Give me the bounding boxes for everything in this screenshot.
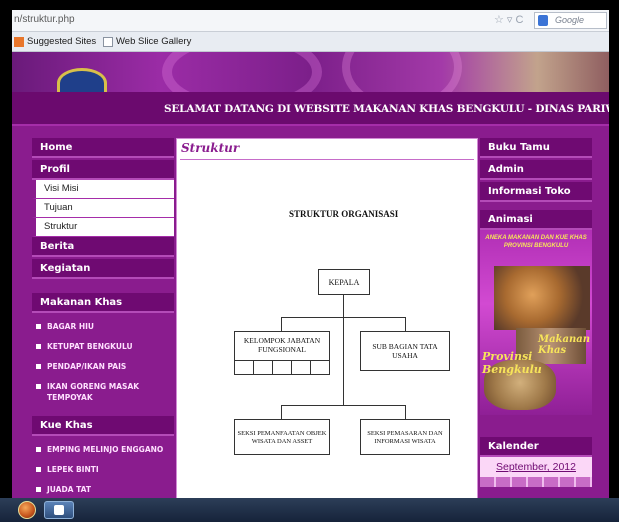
menu-profil[interactable]: Profil <box>32 160 174 180</box>
favorite-label: Web Slice Gallery <box>116 36 192 47</box>
makanan-khas-list: BAGAR HIU KETUPAT BENGKULU PENDAP/IKAN P… <box>32 313 174 416</box>
animasi-overlay-text: Provinsi Bengkulu <box>482 350 542 376</box>
submenu-tujuan[interactable]: Tujuan <box>32 199 174 218</box>
bookmark-refresh-icons[interactable]: ☆ ▿ C <box>494 13 523 26</box>
main-content: Struktur STRUKTUR ORGANISASI KEPALA KELO… <box>176 138 478 512</box>
search-input[interactable]: Google <box>534 12 607 29</box>
web-slice-icon <box>103 36 113 47</box>
org-box-kelompok-jabatan: KELOMPOK JABATAN FUNGSIONAL <box>234 331 330 375</box>
section-animasi: Animasi <box>480 210 592 230</box>
site-banner <box>12 52 609 92</box>
link-ketupat-bengkulu[interactable]: KETUPAT BENGKULU <box>32 341 174 352</box>
taskbar-app-button[interactable] <box>44 501 74 519</box>
animasi-banner: ANEKA MAKANAN DAN KUE KHAS PROVINSI BENG… <box>480 230 592 415</box>
bullet-icon <box>36 344 41 349</box>
org-box-sub-bagian: SUB BAGIAN TATA USAHA <box>360 331 450 371</box>
title-divider <box>180 159 474 160</box>
favorite-suggested-sites[interactable]: Suggested Sites <box>14 36 96 47</box>
calendar-month-link[interactable]: September, 2012 <box>480 457 592 477</box>
bullet-icon <box>36 447 41 452</box>
welcome-bar: SELAMAT DATANG DI WEBSITE MAKANAN KHAS B… <box>12 92 609 126</box>
menu-kegiatan[interactable]: Kegiatan <box>32 259 174 279</box>
taskbar <box>0 498 619 522</box>
favorites-bar: Suggested Sites Web Slice Gallery <box>12 32 609 52</box>
bullet-icon <box>36 487 41 492</box>
favorite-web-slice-gallery[interactable]: Web Slice Gallery <box>103 36 191 47</box>
welcome-text: SELAMAT DATANG DI WEBSITE MAKANAN KHAS B… <box>164 103 609 115</box>
org-connector <box>281 405 405 406</box>
menu-home[interactable]: Home <box>32 138 174 158</box>
link-bagar-hiu[interactable]: BAGAR HIU <box>32 321 174 332</box>
banner-ornament <box>162 52 322 92</box>
menu-informasi-toko[interactable]: Informasi Toko <box>480 182 592 202</box>
url-text[interactable]: n/struktur.php <box>14 14 75 25</box>
link-lepek-binti[interactable]: LEPEK BINTI <box>32 464 174 475</box>
start-button-icon[interactable] <box>18 501 36 519</box>
link-ikan-goreng[interactable]: IKAN GORENG MASAK TEMPOYAK <box>32 381 174 403</box>
org-connector <box>405 405 406 419</box>
browser-window: n/struktur.php ☆ ▿ C Google Suggested Si… <box>12 10 609 512</box>
bullet-icon <box>36 467 41 472</box>
address-bar[interactable]: n/struktur.php ☆ ▿ C Google <box>12 10 609 32</box>
suggested-sites-icon <box>14 36 24 47</box>
page-body: Home Profil Visi Misi Tujuan Struktur Be… <box>12 126 609 512</box>
org-box-seksi-pemasaran: SEKSI PEMASARAN DAN INFORMASI WISATA <box>360 419 450 455</box>
food-photo <box>494 266 590 330</box>
org-connector <box>343 317 344 405</box>
org-box-cells <box>235 360 329 374</box>
submenu-struktur[interactable]: Struktur <box>32 218 174 237</box>
google-icon <box>538 15 548 26</box>
section-kue-khas: Kue Khas <box>32 416 174 436</box>
calendar-grid <box>480 477 592 487</box>
section-makanan-khas: Makanan Khas <box>32 293 174 313</box>
section-kalender: Kalender <box>480 437 592 457</box>
link-emping-melinjo[interactable]: EMPING MELINJO ENGGANO <box>32 444 174 455</box>
search-placeholder: Google <box>555 15 585 25</box>
app-window-icon <box>54 505 64 515</box>
animasi-caption: ANEKA MAKANAN DAN KUE KHAS PROVINSI BENG… <box>485 235 587 249</box>
org-box-seksi-pemanfaatan: SEKSI PEMANFAATAN OBJEK WISATA DAN ASSET <box>234 419 330 455</box>
bullet-icon <box>36 384 41 389</box>
org-connector <box>343 295 344 317</box>
bullet-icon <box>36 324 41 329</box>
bullet-icon <box>36 364 41 369</box>
link-juada-tat[interactable]: JUADA TAT <box>32 484 174 495</box>
link-pendap-ikan-pais[interactable]: PENDAP/IKAN PAIS <box>32 361 174 372</box>
menu-buku-tamu[interactable]: Buku Tamu <box>480 138 592 158</box>
emblem-logo <box>57 68 107 92</box>
left-sidebar: Home Profil Visi Misi Tujuan Struktur Be… <box>32 138 174 508</box>
org-box-kepala: KEPALA <box>318 269 370 295</box>
org-box-label: KELOMPOK JABATAN FUNGSIONAL <box>243 336 321 354</box>
right-sidebar: Buku Tamu Admin Informasi Toko Animasi A… <box>480 138 592 487</box>
favorite-label: Suggested Sites <box>27 36 97 47</box>
org-connector <box>281 317 282 331</box>
org-connector <box>281 405 282 419</box>
org-chart-heading: STRUKTUR ORGANISASI <box>289 209 399 219</box>
banner-ornament <box>342 52 462 92</box>
menu-berita[interactable]: Berita <box>32 237 174 257</box>
page-title: Struktur <box>181 141 240 155</box>
menu-admin[interactable]: Admin <box>480 160 592 180</box>
submenu-visi-misi[interactable]: Visi Misi <box>32 180 174 199</box>
org-connector <box>405 317 406 331</box>
